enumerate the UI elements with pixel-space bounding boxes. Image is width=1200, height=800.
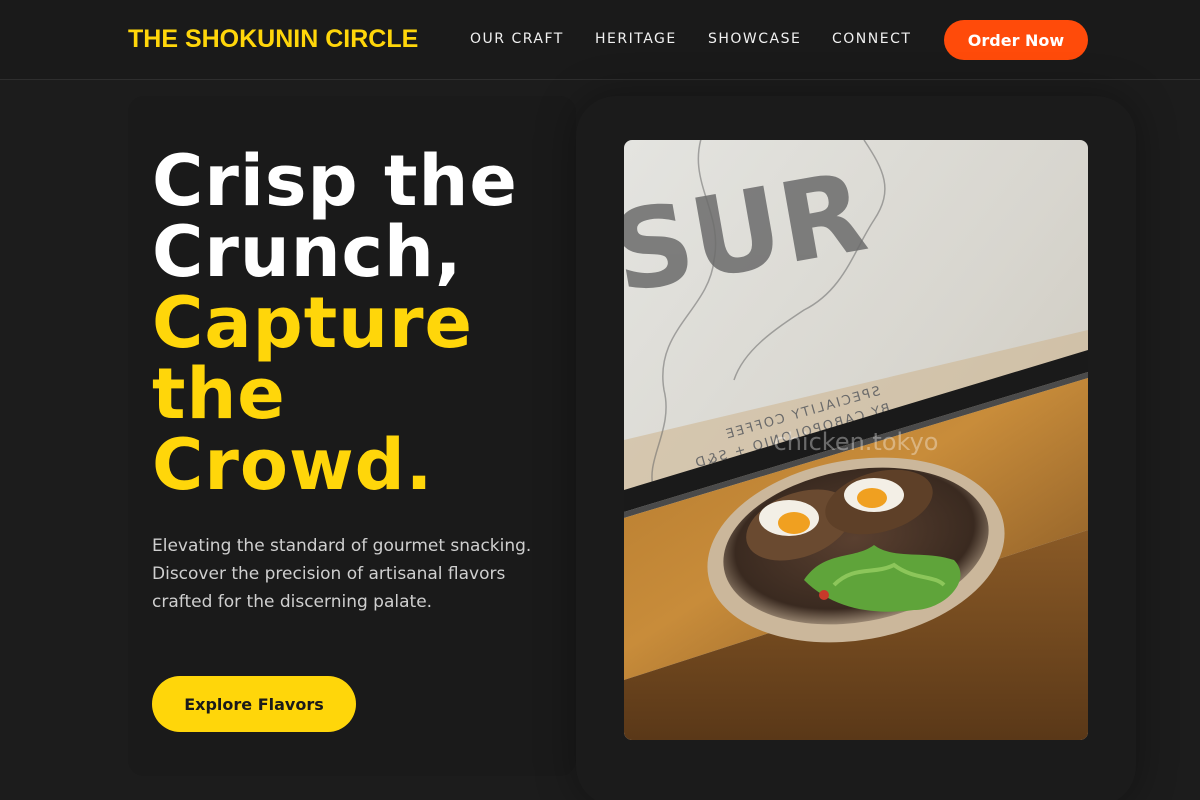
photo-watermark: chicken.tokyo: [774, 428, 939, 456]
headline-line-2: Crunch,: [152, 211, 463, 293]
explore-flavors-button[interactable]: Explore Flavors: [152, 676, 356, 732]
brand-logo[interactable]: THE SHOKUNIN CIRCLE: [128, 24, 418, 54]
site-header: THE SHOKUNIN CIRCLE OUR CRAFT HERITAGE S…: [0, 0, 1200, 80]
headline-line-1: Crisp the: [152, 140, 518, 222]
hero-subtitle: Elevating the standard of gourmet snacki…: [152, 536, 532, 612]
food-photo-illustration: SUR SPECIALITY COFFEE BY CABOPOLONIO + S…: [624, 140, 1088, 740]
headline-accent-1: Capture: [152, 282, 474, 364]
nav-heritage[interactable]: HERITAGE: [595, 30, 677, 48]
nav-our-craft[interactable]: OUR CRAFT: [470, 30, 564, 48]
order-now-button[interactable]: Order Now: [944, 20, 1088, 60]
nav-connect[interactable]: CONNECT: [832, 30, 911, 48]
headline-accent-2: the: [152, 353, 286, 435]
hero-headline: Crisp the Crunch, Capture the Crowd.: [152, 146, 572, 501]
hero-food-photo: SUR SPECIALITY COFFEE BY CABOPOLONIO + S…: [624, 140, 1088, 740]
headline-accent-3: Crowd.: [152, 424, 434, 506]
nav-showcase[interactable]: SHOWCASE: [708, 30, 801, 48]
